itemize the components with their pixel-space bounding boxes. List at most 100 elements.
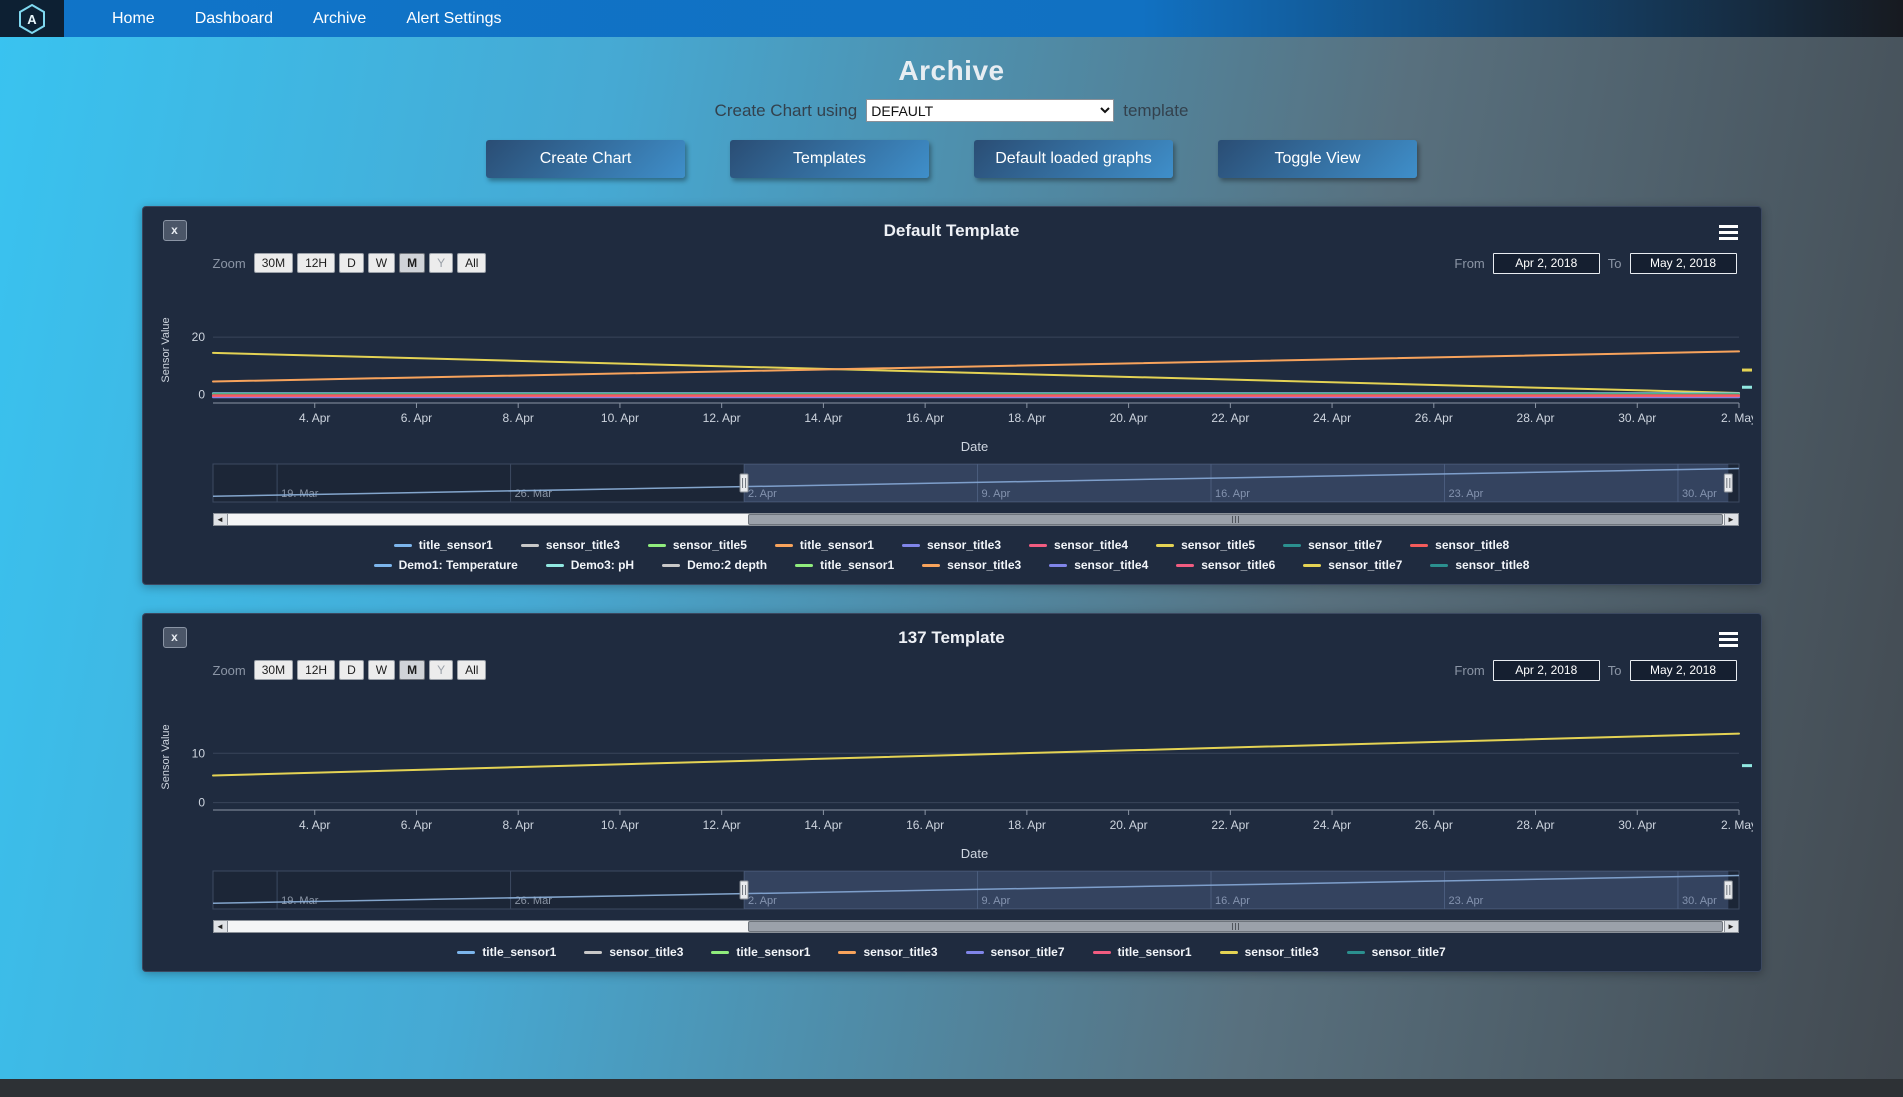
to-date-input[interactable] — [1630, 253, 1737, 274]
zoom-label: Zoom — [213, 663, 246, 678]
scrollbar-thumb[interactable] — [748, 514, 1723, 525]
action-button-templates[interactable]: Templates — [730, 140, 929, 178]
nav-item-archive[interactable]: Archive — [293, 10, 386, 28]
from-date-input[interactable] — [1493, 253, 1600, 274]
legend-item[interactable]: sensor_title8 — [1410, 538, 1509, 552]
legend-item[interactable]: title_sensor1 — [795, 558, 894, 572]
legend-item[interactable]: Demo1: Temperature — [374, 558, 518, 572]
legend-item[interactable]: sensor_title4 — [1049, 558, 1148, 572]
legend-label: title_sensor1 — [800, 538, 874, 552]
legend-item[interactable]: sensor_title7 — [1347, 945, 1446, 959]
svg-text:10. Apr: 10. Apr — [600, 818, 638, 832]
nav-item-alert-settings[interactable]: Alert Settings — [386, 10, 521, 28]
legend-item[interactable]: sensor_title3 — [902, 538, 1001, 552]
from-label: From — [1454, 663, 1484, 678]
legend-item[interactable]: sensor_title5 — [648, 538, 747, 552]
svg-text:8. Apr: 8. Apr — [502, 818, 533, 832]
chart-context-menu-button[interactable] — [1716, 627, 1741, 652]
nav-item-dashboard[interactable]: Dashboard — [175, 10, 293, 28]
scrollbar-left-arrow[interactable]: ◄ — [213, 513, 228, 526]
svg-text:A: A — [27, 12, 37, 27]
zoom-m-button[interactable]: M — [399, 253, 425, 273]
legend-label: Demo1: Temperature — [399, 558, 518, 572]
svg-text:0: 0 — [198, 387, 205, 401]
chart-toolbar: Zoom 30M12HDWMYAll From To — [213, 658, 1737, 682]
zoom-30m-button[interactable]: 30M — [254, 660, 293, 680]
legend-item[interactable]: sensor_title3 — [521, 538, 620, 552]
action-button-create-chart[interactable]: Create Chart — [486, 140, 685, 178]
legend-row: title_sensor1 sensor_title3 sensor_title5 t… — [153, 538, 1751, 552]
legend-item[interactable]: sensor_title3 — [1220, 945, 1319, 959]
svg-text:2. May: 2. May — [1720, 411, 1752, 425]
zoom-12h-button[interactable]: 12H — [297, 253, 335, 273]
zoom-d-button[interactable]: D — [339, 253, 364, 273]
legend-marker-icon — [662, 564, 680, 567]
x-axis-title: Date — [153, 439, 1751, 454]
close-panel-button[interactable]: x — [163, 220, 187, 241]
to-date-input[interactable] — [1630, 660, 1737, 681]
zoom-all-button[interactable]: All — [457, 660, 486, 680]
panel-header: x 137 Template — [153, 620, 1751, 656]
scrollbar-left-arrow[interactable]: ◄ — [213, 920, 228, 933]
zoom-button-group: 30M12HDWMYAll — [254, 660, 487, 680]
zoom-m-button[interactable]: M — [399, 660, 425, 680]
zoom-y-button[interactable]: Y — [429, 660, 453, 680]
legend-item[interactable]: Demo3: pH — [546, 558, 634, 572]
legend-label: sensor_title3 — [609, 945, 683, 959]
template-select[interactable]: DEFAULT — [866, 99, 1114, 122]
from-date-input[interactable] — [1493, 660, 1600, 681]
legend-label: title_sensor1 — [736, 945, 810, 959]
main-chart[interactable]: 2004. Apr6. Apr8. Apr10. Apr12. Apr14. A… — [153, 287, 1753, 437]
action-button-toggle-view[interactable]: Toggle View — [1218, 140, 1417, 178]
app-logo[interactable]: A — [0, 0, 64, 37]
navigator[interactable]: 19. Mar26. Mar2. Apr9. Apr16. Apr23. Apr… — [153, 462, 1753, 512]
scrollbar-track[interactable] — [228, 513, 1724, 526]
action-button-default-loaded-graphs[interactable]: Default loaded graphs — [974, 140, 1173, 178]
legend-item[interactable]: title_sensor1 — [457, 945, 556, 959]
close-panel-button[interactable]: x — [163, 627, 187, 648]
legend-item[interactable]: sensor_title3 — [922, 558, 1021, 572]
legend-item[interactable]: title_sensor1 — [1093, 945, 1192, 959]
main-chart[interactable]: 1004. Apr6. Apr8. Apr10. Apr12. Apr14. A… — [153, 694, 1753, 844]
scrollbar-right-arrow[interactable]: ► — [1724, 920, 1739, 933]
scrollbar-grip-icon — [1235, 516, 1236, 523]
zoom-w-button[interactable]: W — [368, 253, 395, 273]
zoom-w-button[interactable]: W — [368, 660, 395, 680]
footer-bar — [0, 1079, 1903, 1097]
legend-item[interactable]: sensor_title6 — [1176, 558, 1275, 572]
navigator[interactable]: 19. Mar26. Mar2. Apr9. Apr16. Apr23. Apr… — [153, 869, 1753, 919]
legend-label: sensor_title7 — [1372, 945, 1446, 959]
chart-context-menu-button[interactable] — [1716, 220, 1741, 245]
zoom-all-button[interactable]: All — [457, 253, 486, 273]
legend-item[interactable]: sensor_title5 — [1156, 538, 1255, 552]
scrollbar-right-arrow[interactable]: ► — [1724, 513, 1739, 526]
scrollbar[interactable]: ◄ ► — [213, 920, 1739, 933]
legend-item[interactable]: sensor_title7 — [1283, 538, 1382, 552]
legend-item[interactable]: sensor_title7 — [1303, 558, 1402, 572]
legend-item[interactable]: sensor_title3 — [838, 945, 937, 959]
zoom-d-button[interactable]: D — [339, 660, 364, 680]
legend-marker-icon — [1220, 951, 1238, 954]
legend-label: title_sensor1 — [1118, 945, 1192, 959]
scrollbar-track[interactable] — [228, 920, 1724, 933]
legend-item[interactable]: sensor_title7 — [966, 945, 1065, 959]
svg-text:12. Apr: 12. Apr — [702, 411, 740, 425]
zoom-12h-button[interactable]: 12H — [297, 660, 335, 680]
legend-item[interactable]: sensor_title8 — [1430, 558, 1529, 572]
legend-item[interactable]: sensor_title3 — [584, 945, 683, 959]
legend-label: sensor_title5 — [1181, 538, 1255, 552]
legend-item[interactable]: title_sensor1 — [711, 945, 810, 959]
scrollbar-thumb[interactable] — [748, 921, 1723, 932]
legend-item[interactable]: title_sensor1 — [394, 538, 493, 552]
nav-item-home[interactable]: Home — [92, 10, 175, 28]
zoom-30m-button[interactable]: 30M — [254, 253, 293, 273]
legend-item[interactable]: Demo:2 depth — [662, 558, 767, 572]
zoom-y-button[interactable]: Y — [429, 253, 453, 273]
legend-item[interactable]: title_sensor1 — [775, 538, 874, 552]
svg-text:6. Apr: 6. Apr — [400, 818, 431, 832]
navbar: A HomeDashboardArchiveAlert Settings — [0, 0, 1903, 37]
legend-marker-icon — [775, 544, 793, 547]
svg-text:28. Apr: 28. Apr — [1516, 411, 1554, 425]
legend-item[interactable]: sensor_title4 — [1029, 538, 1128, 552]
scrollbar[interactable]: ◄ ► — [213, 513, 1739, 526]
